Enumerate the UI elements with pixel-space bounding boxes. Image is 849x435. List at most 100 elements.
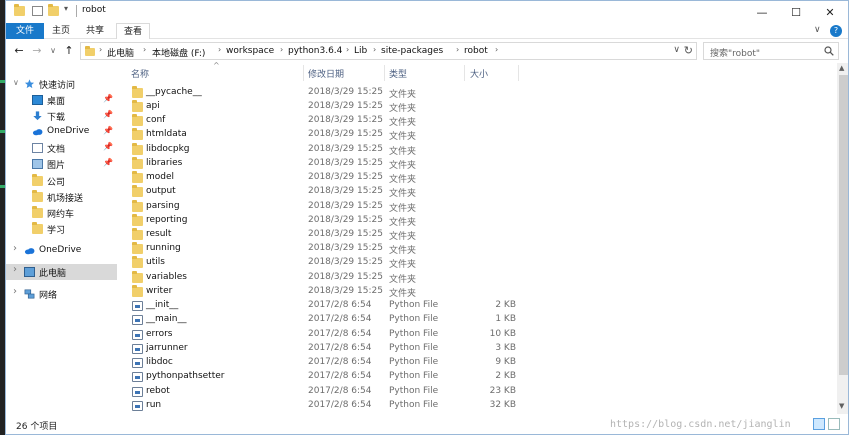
details-view-button[interactable] (813, 418, 825, 430)
file-name: conf (146, 115, 166, 125)
chevron-right-icon[interactable]: › (13, 243, 17, 254)
tab-file[interactable]: 文件 (6, 23, 44, 39)
scroll-down-arrow-icon[interactable]: ▼ (839, 402, 844, 410)
file-size: 2 KB (495, 300, 516, 310)
breadcrumb-this-pc[interactable]: 此电脑 (107, 46, 134, 59)
sidebar-item-airport-transfer[interactable]: 机场接送 (6, 189, 117, 205)
chevron-right-icon[interactable]: › (13, 264, 17, 275)
tab-share[interactable]: 共享 (80, 23, 110, 39)
navigation-bar: ← → ∨ ↑ › 此电脑 › 本地磁盘 (F:) › workspace › … (6, 39, 848, 63)
table-row[interactable]: output 2018/3/29 15:25 文件夹 (123, 185, 523, 199)
ribbon-collapse-icon[interactable]: ∨ (814, 25, 821, 35)
sidebar-item-network[interactable]: › 网络 (6, 286, 117, 302)
table-row[interactable]: utils 2018/3/29 15:25 文件夹 (123, 256, 523, 270)
chevron-right-icon[interactable]: › (13, 286, 17, 297)
python-file-icon (132, 358, 143, 368)
table-row[interactable]: conf 2018/3/29 15:25 文件夹 (123, 114, 523, 128)
file-type: 文件夹 (389, 175, 417, 185)
file-type: 文件夹 (389, 246, 417, 256)
large-icons-view-button[interactable] (828, 418, 840, 430)
search-box[interactable]: 搜索"robot" (703, 42, 839, 60)
breadcrumb-site-packages[interactable]: site-packages (381, 46, 443, 56)
sidebar-item-pictures[interactable]: 图片 📌 (6, 156, 117, 172)
breadcrumb-python[interactable]: python3.6.4 (288, 46, 342, 56)
breadcrumb-robot[interactable]: robot (464, 46, 488, 56)
breadcrumb-workspace[interactable]: workspace (226, 46, 274, 56)
column-divider[interactable] (303, 65, 304, 81)
table-row[interactable]: rebot 2017/2/8 6:54 Python File 23 KB (123, 385, 523, 399)
refresh-icon[interactable]: ↻ (684, 44, 693, 57)
recent-locations-icon[interactable]: ∨ (46, 44, 60, 58)
properties-icon[interactable] (32, 6, 43, 16)
table-row[interactable]: reporting 2018/3/29 15:25 文件夹 (123, 214, 523, 228)
sidebar-item-onedrive[interactable]: › OneDrive (6, 243, 117, 259)
sidebar-item-documents[interactable]: 文档 📌 (6, 140, 117, 156)
table-row[interactable]: variables 2018/3/29 15:25 文件夹 (123, 271, 523, 285)
table-row[interactable]: __main__ 2017/2/8 6:54 Python File 1 KB (123, 313, 523, 327)
column-divider[interactable] (384, 65, 385, 81)
address-history-dropdown[interactable]: ∨ (673, 45, 680, 55)
table-row[interactable]: __init__ 2017/2/8 6:54 Python File 2 KB (123, 299, 523, 313)
table-row[interactable]: running 2018/3/29 15:25 文件夹 (123, 242, 523, 256)
sidebar-item-ride-hailing[interactable]: 网约车 (6, 205, 117, 221)
search-icon[interactable] (824, 46, 834, 56)
sidebar-item-downloads[interactable]: 下载 📌 (6, 108, 117, 124)
folder-icon (32, 222, 43, 234)
new-folder-icon[interactable] (48, 4, 59, 16)
chevron-down-icon[interactable]: ∨ (13, 78, 19, 87)
table-row[interactable]: pythonpathsetter 2017/2/8 6:54 Python File… (123, 370, 523, 384)
forward-arrow-icon[interactable]: → (30, 44, 44, 58)
tab-home[interactable]: 主页 (46, 23, 76, 39)
table-row[interactable]: jarrunner 2017/2/8 6:54 Python File 3 KB (123, 342, 523, 356)
scroll-up-arrow-icon[interactable]: ▲ (839, 64, 844, 72)
sidebar-item-quick-access[interactable]: ∨ 快速访问 (6, 76, 117, 92)
breadcrumb-drive-f[interactable]: 本地磁盘 (F:) (152, 46, 205, 59)
table-row[interactable]: api 2018/3/29 15:25 文件夹 (123, 100, 523, 114)
sidebar-item-study[interactable]: 学习 (6, 221, 117, 237)
table-row[interactable]: run 2017/2/8 6:54 Python File 32 KB (123, 399, 523, 413)
column-header-date[interactable]: 修改日期 (308, 67, 344, 80)
file-type: 文件夹 (389, 260, 417, 270)
column-header-type[interactable]: 类型 (389, 67, 407, 80)
file-type: Python File (389, 357, 439, 367)
table-row[interactable]: writer 2018/3/29 15:25 文件夹 (123, 285, 523, 299)
help-icon[interactable]: ? (830, 25, 842, 37)
minimize-button[interactable]: — (745, 1, 779, 23)
column-header-name[interactable]: 名称 (131, 67, 149, 80)
address-bar[interactable]: › 此电脑 › 本地磁盘 (F:) › workspace › python3.… (80, 42, 697, 60)
table-row[interactable]: model 2018/3/29 15:25 文件夹 (123, 171, 523, 185)
table-row[interactable]: parsing 2018/3/29 15:25 文件夹 (123, 200, 523, 214)
column-header-size[interactable]: 大小 (470, 67, 488, 80)
table-row[interactable]: libraries 2018/3/29 15:25 文件夹 (123, 157, 523, 171)
table-row[interactable]: result 2018/3/29 15:25 文件夹 (123, 228, 523, 242)
close-button[interactable]: ✕ (813, 1, 847, 23)
file-type: 文件夹 (389, 232, 417, 242)
table-row[interactable]: libdoc 2017/2/8 6:54 Python File 9 KB (123, 356, 523, 370)
sidebar-item-this-pc[interactable]: › 此电脑 (6, 264, 117, 280)
pin-icon: 📌 (103, 126, 113, 135)
tab-view[interactable]: 查看 (116, 23, 150, 39)
table-row[interactable]: libdocpkg 2018/3/29 15:25 文件夹 (123, 143, 523, 157)
sidebar-item-company[interactable]: 公司 (6, 173, 117, 189)
search-input[interactable]: 搜索"robot" (710, 46, 760, 59)
column-divider[interactable] (464, 65, 465, 81)
file-type: Python File (389, 400, 439, 410)
vertical-scrollbar[interactable]: ▲ ▼ (837, 63, 848, 414)
file-date: 2018/3/29 15:25 (308, 101, 383, 111)
file-date: 2018/3/29 15:25 (308, 87, 383, 97)
table-row[interactable]: htmldata 2018/3/29 15:25 文件夹 (123, 128, 523, 142)
sidebar-item-desktop[interactable]: 桌面 📌 (6, 92, 117, 108)
back-arrow-icon[interactable]: ← (12, 44, 26, 58)
up-arrow-icon[interactable]: ↑ (62, 44, 76, 58)
column-divider[interactable] (518, 65, 519, 81)
scrollbar-thumb[interactable] (839, 75, 848, 375)
table-row[interactable]: errors 2017/2/8 6:54 Python File 10 KB (123, 328, 523, 342)
sidebar-item-onedrive-pinned[interactable]: OneDrive 📌 (6, 124, 117, 140)
folder-icon (132, 157, 143, 169)
customize-toolbar-icon[interactable]: ▾ (64, 4, 68, 13)
maximize-button[interactable]: ☐ (779, 1, 813, 23)
file-name: result (146, 229, 172, 239)
file-name: reporting (146, 215, 188, 225)
table-row[interactable]: __pycache__ 2018/3/29 15:25 文件夹 (123, 86, 523, 100)
breadcrumb-lib[interactable]: Lib (354, 46, 367, 56)
